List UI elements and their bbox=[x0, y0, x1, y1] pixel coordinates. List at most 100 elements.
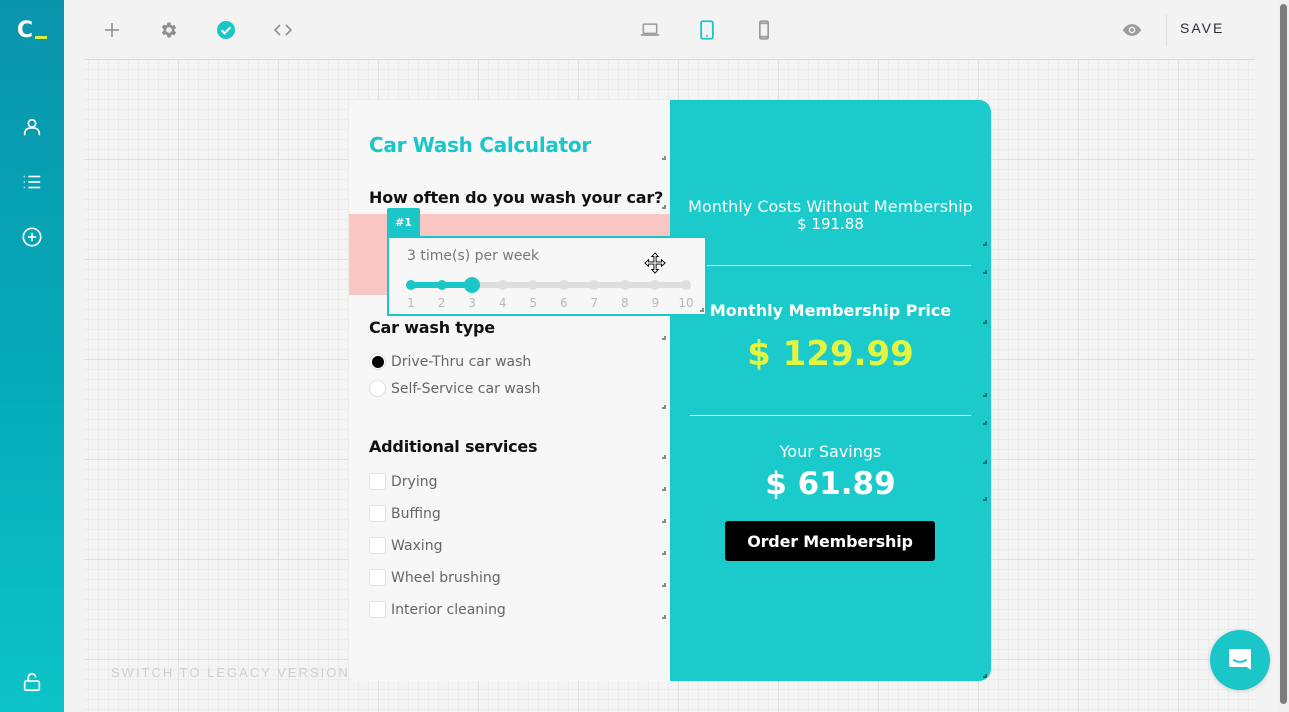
resize-handle[interactable] bbox=[983, 674, 987, 678]
option-label: Waxing bbox=[391, 537, 443, 554]
checkbox[interactable] bbox=[369, 537, 386, 554]
resize-handle[interactable] bbox=[662, 519, 666, 523]
additional-services-label[interactable]: Additional services bbox=[369, 437, 538, 456]
checkbox-buffing[interactable]: Buffing bbox=[369, 505, 441, 522]
top-toolbar: SAVE bbox=[64, 0, 1278, 60]
chat-launcher[interactable] bbox=[1210, 630, 1270, 690]
resize-handle[interactable] bbox=[983, 421, 987, 425]
resize-handle[interactable] bbox=[983, 460, 987, 464]
settings-button[interactable] bbox=[154, 15, 184, 45]
slider-tick-label: 4 bbox=[498, 296, 507, 310]
divider bbox=[690, 415, 971, 416]
frequency-slider-block[interactable]: 3 time(s) per week 1 2 3 4 5 6 7 8 9 10 bbox=[387, 236, 707, 316]
car-wash-calculator: Car Wash Calculator How often do you was… bbox=[349, 100, 991, 681]
device-mobile-button[interactable] bbox=[749, 15, 779, 45]
wash-type-label[interactable]: Car wash type bbox=[369, 318, 495, 337]
radio-button[interactable] bbox=[369, 380, 386, 397]
slider-tick[interactable] bbox=[528, 280, 539, 290]
plus-circle-icon bbox=[22, 227, 42, 247]
frequency-label[interactable]: How often do you wash your car? bbox=[369, 188, 663, 207]
slider-tick[interactable] bbox=[681, 280, 691, 290]
resize-handle[interactable] bbox=[983, 320, 987, 324]
device-tablet-button[interactable] bbox=[692, 15, 722, 45]
checkbox-drying[interactable]: Drying bbox=[369, 473, 437, 490]
calculator-form-panel: Car Wash Calculator How often do you was… bbox=[349, 100, 670, 681]
resize-handle[interactable] bbox=[983, 497, 987, 501]
resize-handle[interactable] bbox=[983, 242, 987, 246]
checkbox[interactable] bbox=[369, 569, 386, 586]
savings-label[interactable]: Your Savings bbox=[670, 442, 991, 461]
sidebar-item-list[interactable] bbox=[17, 167, 47, 197]
plus-icon bbox=[105, 23, 119, 37]
calculator-title[interactable]: Car Wash Calculator bbox=[369, 133, 591, 157]
resize-handle[interactable] bbox=[662, 455, 666, 459]
page-scrollbar[interactable] bbox=[1278, 0, 1289, 712]
gear-icon bbox=[161, 22, 177, 38]
savings-value: $ 61.89 bbox=[765, 466, 896, 502]
checkbox-wheel-brushing[interactable]: Wheel brushing bbox=[369, 569, 501, 586]
resize-handle[interactable] bbox=[662, 336, 666, 340]
slider-thumb[interactable] bbox=[464, 277, 481, 293]
radio-button[interactable] bbox=[369, 353, 386, 370]
membership-price-label[interactable]: Monthly Membership Price bbox=[670, 301, 991, 320]
slider-tick-label: 9 bbox=[651, 296, 660, 310]
lock-toggle[interactable] bbox=[17, 667, 47, 697]
resize-handle[interactable] bbox=[662, 551, 666, 555]
option-label: Drive-Thru car wash bbox=[391, 353, 532, 370]
slider-value-text: 3 time(s) per week bbox=[407, 248, 540, 264]
tablet-icon bbox=[700, 20, 714, 40]
code-icon bbox=[273, 24, 293, 36]
move-cursor-icon bbox=[644, 252, 666, 274]
radio-self-service[interactable]: Self-Service car wash bbox=[369, 380, 540, 397]
resize-handle[interactable] bbox=[662, 156, 666, 160]
switch-legacy-link[interactable]: SWITCH TO LEGACY VERSION bbox=[111, 665, 350, 680]
slider-tick-label: 8 bbox=[621, 296, 629, 310]
resize-handle[interactable] bbox=[662, 205, 666, 209]
add-button[interactable] bbox=[97, 15, 127, 45]
resize-handle[interactable] bbox=[700, 308, 704, 312]
checkbox[interactable] bbox=[369, 601, 386, 618]
resize-handle[interactable] bbox=[662, 615, 666, 619]
slider-tick[interactable] bbox=[497, 280, 508, 290]
sidebar-item-account[interactable] bbox=[17, 112, 47, 142]
resize-handle[interactable] bbox=[662, 405, 666, 409]
resize-handle[interactable] bbox=[662, 583, 666, 587]
calculator-results-panel: Monthly Costs Without Membership $ 191.8… bbox=[670, 100, 991, 681]
checkbox-waxing[interactable]: Waxing bbox=[369, 537, 442, 554]
slider-tick-label: 3 bbox=[468, 296, 476, 310]
option-label: Buffing bbox=[391, 505, 441, 522]
checkbox[interactable] bbox=[369, 473, 386, 490]
resize-handle[interactable] bbox=[983, 393, 987, 397]
slider-tick[interactable] bbox=[558, 280, 569, 290]
option-label: Drying bbox=[391, 473, 438, 490]
preview-button[interactable] bbox=[1117, 15, 1147, 45]
slider-tick[interactable] bbox=[589, 280, 600, 290]
sidebar-item-add[interactable] bbox=[17, 222, 47, 252]
logo-cursor bbox=[35, 35, 48, 39]
radio-drive-thru[interactable]: Drive-Thru car wash bbox=[369, 353, 531, 370]
phone-icon bbox=[759, 20, 769, 40]
validate-button[interactable] bbox=[211, 15, 241, 45]
scrollbar-thumb[interactable] bbox=[1280, 4, 1287, 704]
resize-handle[interactable] bbox=[983, 270, 987, 274]
slider-track[interactable] bbox=[406, 277, 691, 293]
slider-tick-label: 2 bbox=[437, 296, 446, 310]
user-icon bbox=[23, 118, 41, 136]
slider-tick[interactable] bbox=[406, 280, 416, 290]
slider-tick[interactable] bbox=[619, 280, 630, 290]
slider-tick-label: 7 bbox=[590, 296, 599, 310]
checkbox[interactable] bbox=[369, 505, 386, 522]
app-logo[interactable]: C bbox=[0, 0, 64, 60]
save-button[interactable]: SAVE bbox=[1180, 20, 1224, 36]
without-membership-label[interactable]: Monthly Costs Without Membership bbox=[670, 199, 991, 215]
slider-tick[interactable] bbox=[650, 280, 661, 290]
resize-handle[interactable] bbox=[662, 487, 666, 491]
order-membership-button[interactable]: Order Membership bbox=[725, 521, 935, 561]
slider-tick-label: 1 bbox=[407, 296, 415, 310]
slider-tick[interactable] bbox=[436, 280, 447, 290]
checkbox-interior-cleaning[interactable]: Interior cleaning bbox=[369, 601, 506, 618]
element-tag[interactable]: #1 bbox=[387, 208, 420, 236]
code-button[interactable] bbox=[268, 15, 298, 45]
device-desktop-button[interactable] bbox=[635, 15, 665, 45]
unlock-icon bbox=[23, 672, 41, 692]
